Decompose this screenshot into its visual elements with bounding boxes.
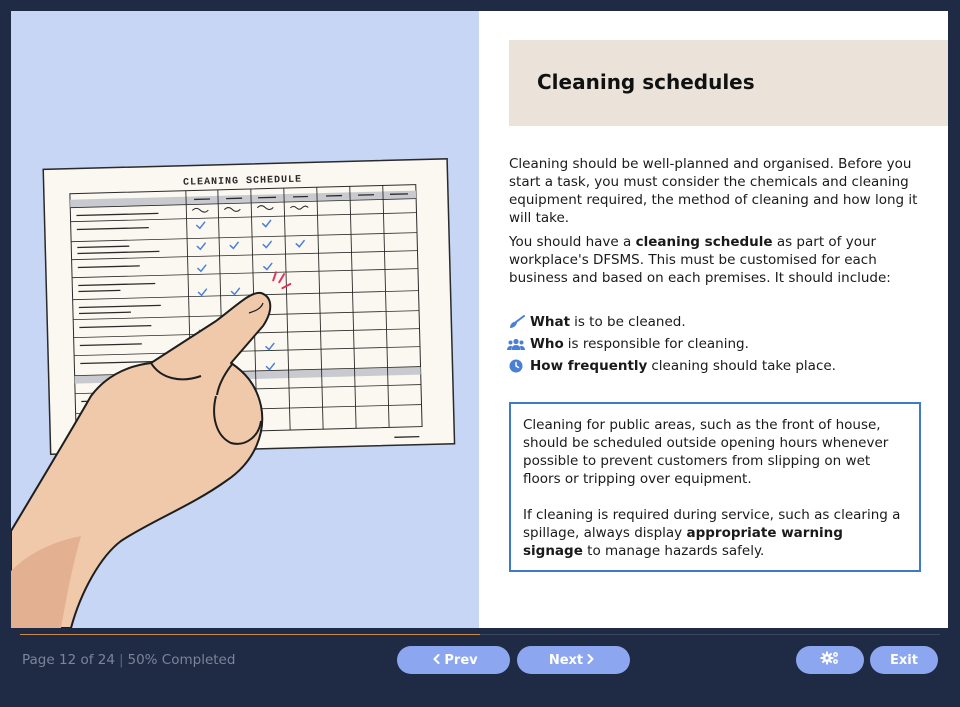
cleaning-schedule-illustration: CLEANING SCHEDULE: [11, 158, 456, 628]
note-paragraph-2-rest: to manage hazards safely.: [582, 543, 765, 559]
note-paragraph-2: If cleaning is required during service, …: [523, 506, 907, 560]
page-status: Page 12 of 24 | 50% Completed: [22, 652, 235, 668]
list-item: What is to be cleaned.: [507, 311, 937, 333]
list-item-text: is to be cleaned.: [574, 314, 686, 330]
list-item-text: is responsible for cleaning.: [567, 336, 749, 352]
chevron-left-icon: [433, 653, 440, 667]
clock-icon: [507, 358, 525, 374]
next-button[interactable]: Next: [517, 646, 630, 674]
status-separator: |: [118, 652, 124, 668]
exit-button-label: Exit: [890, 652, 918, 668]
progress-bar: [20, 634, 940, 635]
schedule-paragraph-bold: cleaning schedule: [635, 234, 773, 250]
note-paragraph-1: Cleaning for public areas, such as the f…: [523, 417, 889, 487]
illustration-panel: CLEANING SCHEDULE: [11, 11, 479, 628]
prev-button-label: Prev: [444, 652, 478, 668]
lesson-frame: CLEANING SCHEDULE Cleaning schedules Cle…: [11, 11, 948, 628]
gears-icon: [820, 650, 840, 670]
content-panel: Cleaning schedules Cleaning should be we…: [479, 11, 948, 628]
list-item-bold: How frequently: [530, 358, 648, 374]
public-areas-note: Cleaning for public areas, such as the f…: [509, 402, 921, 572]
list-item-bold: What: [530, 314, 571, 330]
progress-fill: [20, 634, 480, 635]
list-item-bold: Who: [530, 336, 564, 352]
broom-icon: [507, 314, 525, 330]
exit-button[interactable]: Exit: [870, 646, 938, 674]
completion-status: 50% Completed: [127, 652, 236, 668]
schedule-paragraph: You should have a cleaning schedule as p…: [509, 233, 929, 287]
list-item: How frequently cleaning should take plac…: [507, 355, 937, 377]
schedule-paragraph-lead: You should have a: [509, 234, 636, 250]
prev-button[interactable]: Prev: [397, 646, 510, 674]
intro-paragraph: Cleaning should be well-planned and orga…: [509, 156, 918, 226]
include-list: What is to be cleaned. Who is responsibl…: [507, 311, 937, 377]
people-icon: [507, 336, 525, 352]
chevron-right-icon: [587, 653, 594, 667]
page-title: Cleaning schedules: [537, 70, 755, 94]
settings-button[interactable]: [796, 646, 864, 674]
title-band: Cleaning schedules: [509, 40, 948, 126]
next-button-label: Next: [548, 652, 584, 668]
page-counter: Page 12 of 24: [22, 652, 115, 668]
list-item-text: cleaning should take place.: [651, 358, 836, 374]
list-item: Who is responsible for cleaning.: [507, 333, 937, 355]
